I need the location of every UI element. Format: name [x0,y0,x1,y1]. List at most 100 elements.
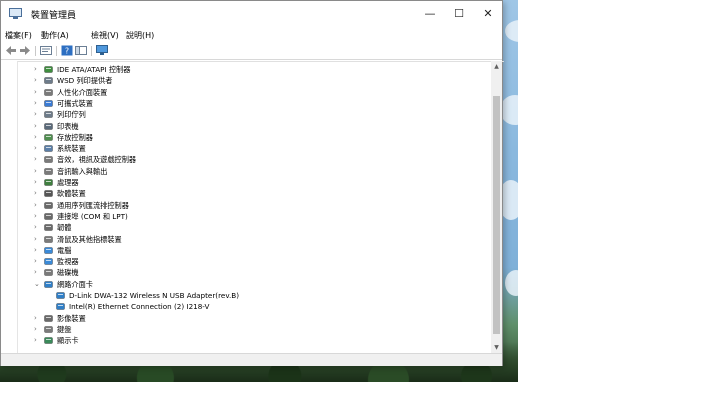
tree-item-label: 通用序列匯流排控制器 [57,200,129,210]
collapse-chevron-icon[interactable]: › [34,109,42,120]
device-manager-icon [9,8,22,19]
network-adapter-icon [56,291,65,300]
tree-item[interactable]: › 系統裝置 [18,143,488,154]
collapse-chevron-icon[interactable]: › [34,211,42,222]
tree-item-label: 連接埠 (COM 和 LPT) [57,211,128,221]
collapse-chevron-icon[interactable]: › [34,324,42,335]
tree-item-label: 印表機 [57,121,79,131]
collapse-chevron-icon[interactable]: › [34,177,42,188]
collapse-chevron-icon[interactable]: › [34,143,42,154]
tree-item[interactable]: › 列印佇列 [18,109,488,120]
tree-item-label: 列印佇列 [57,110,86,120]
tree-item[interactable]: › 影像裝置 [18,313,488,324]
collapse-chevron-icon[interactable]: › [34,98,42,109]
tree-item[interactable]: › 人性化介面裝置 [18,87,488,98]
tree-child-item[interactable]: D-Link DWA-132 Wireless N USB Adapter(re… [18,290,488,301]
collapse-chevron-icon[interactable]: › [34,87,42,98]
tree-item[interactable]: › 印表機 [18,121,488,132]
tree-item[interactable]: › 監視器 [18,256,488,267]
scroll-up-button[interactable]: ▲ [491,61,502,72]
printer-icon [44,76,53,85]
cloud [505,270,518,296]
toolbar-separator [91,46,92,56]
menu-bar: 檔案(F) 動作(A) 檢視(V) 說明(H) [1,28,502,42]
minimize-button[interactable]: — [415,1,445,27]
tree-item[interactable]: › 軟體裝置 [18,188,488,199]
collapse-chevron-icon[interactable]: › [34,121,42,132]
menu-action[interactable]: 動作(A) [41,30,69,41]
mouse-icon [44,235,53,244]
tree-item[interactable]: › 鍵盤 [18,324,488,335]
collapse-chevron-icon[interactable]: › [34,222,42,233]
tree-item[interactable]: ⌄ 網路介面卡 [18,279,488,290]
tree-item-label: 滑鼠及其他指標裝置 [57,234,122,244]
collapse-chevron-icon[interactable]: › [34,313,42,324]
collapse-chevron-icon[interactable]: › [34,64,42,75]
scroll-thumb[interactable] [493,96,500,334]
tree-item-label: 存放控制器 [57,132,93,142]
port-icon [44,212,53,221]
properties-icon[interactable] [40,45,52,56]
close-button[interactable]: ✕ [473,1,503,27]
tree-item[interactable]: › 滑鼠及其他指標裝置 [18,234,488,245]
title-bar[interactable]: 裝置管理員 — ☐ ✕ [1,1,502,27]
collapse-chevron-icon[interactable]: › [34,335,42,346]
menu-help[interactable]: 說明(H) [126,30,154,41]
printer-icon [44,122,53,131]
status-bar [1,353,502,366]
collapse-chevron-icon[interactable]: › [34,154,42,165]
imaging-device-icon [44,314,53,323]
collapse-chevron-icon[interactable]: › [34,200,42,211]
tree-child-item[interactable]: Intel(R) Ethernet Connection (2) I218-V [18,301,488,312]
tree-item-label: 音訊輸入與輸出 [57,166,108,176]
menu-view[interactable]: 檢視(V) [91,30,119,41]
toolbar: ? [1,43,502,60]
tree-item[interactable]: › 音訊輸入與輸出 [18,166,488,177]
device-tree: › IDE ATA/ATAPI 控制器 › WSD 列印提供者 › 人性化介面裝置 › 可攜式… [17,61,504,354]
usb-icon [44,201,53,210]
collapse-chevron-icon[interactable]: › [34,166,42,177]
collapse-chevron-icon[interactable]: › [34,245,42,256]
tree-item[interactable]: › 韌體 [18,222,488,233]
tree-item[interactable]: › 通用序列匯流排控制器 [18,200,488,211]
view-icon[interactable] [75,45,87,56]
tree-item[interactable]: › 電腦 [18,245,488,256]
collapse-chevron-icon[interactable]: › [34,267,42,278]
forward-icon[interactable] [19,45,31,56]
cloud [505,20,518,42]
collapse-chevron-icon[interactable]: › [34,188,42,199]
collapse-chevron-icon[interactable]: › [34,132,42,143]
tree-item[interactable]: › 處理器 [18,177,488,188]
collapse-chevron-icon[interactable]: › [34,256,42,267]
keyboard-icon [44,325,53,334]
tree-item[interactable]: › 存放控制器 [18,132,488,143]
collapse-chevron-icon[interactable]: › [34,234,42,245]
monitor-scan-icon[interactable] [96,45,108,56]
maximize-button[interactable]: ☐ [444,1,474,27]
expand-chevron-icon[interactable]: ⌄ [34,279,42,290]
tree-item[interactable]: › 顯示卡 [18,335,488,346]
tree-item-label: 軟體裝置 [57,189,86,199]
tree-item[interactable]: › 連接埠 (COM 和 LPT) [18,211,488,222]
tree-item-label: 系統裝置 [57,144,86,154]
tree-item[interactable]: › 可攜式裝置 [18,98,488,109]
vertical-scrollbar[interactable]: ▲ ▼ [491,61,502,353]
tree-item[interactable]: › 音效，視訊及遊戲控制器 [18,154,488,165]
menu-file[interactable]: 檔案(F) [5,30,32,41]
tree-item[interactable]: › WSD 列印提供者 [18,75,488,86]
system-device-icon [44,144,53,153]
tree-item-label: IDE ATA/ATAPI 控制器 [57,65,131,74]
help-icon[interactable]: ? [61,45,73,56]
collapse-chevron-icon[interactable]: › [34,75,42,86]
scroll-down-button[interactable]: ▼ [491,342,502,353]
processor-icon [44,178,53,187]
tree-item[interactable]: › IDE ATA/ATAPI 控制器 [18,64,488,75]
tree-child-label: Intel(R) Ethernet Connection (2) I218-V [69,302,210,312]
tree-item-label: 人性化介面裝置 [57,87,108,97]
back-icon[interactable] [5,45,17,56]
computer-icon [44,246,53,255]
display-adapter-icon [44,336,53,345]
svg-text:?: ? [65,47,69,56]
tree-item[interactable]: › 磁碟機 [18,267,488,278]
disk-controller-icon [44,65,53,74]
